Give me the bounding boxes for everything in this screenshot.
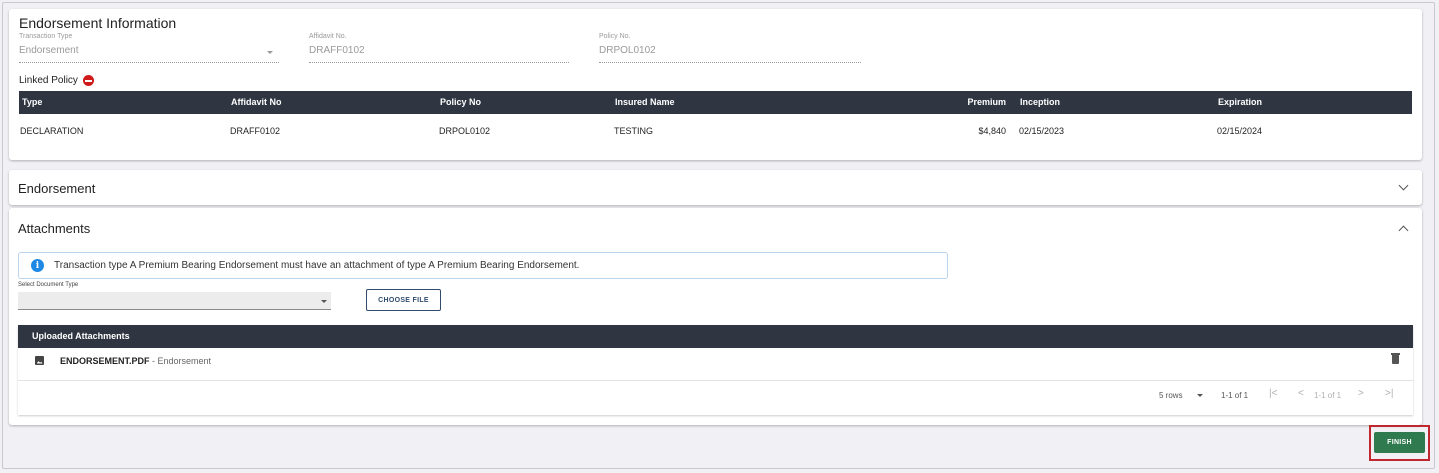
choose-file-button[interactable]: CHOOSE FILE	[366, 289, 441, 311]
linked-policy-table-header: Type Affidavit No Policy No Insured Name…	[19, 91, 1412, 114]
affidavit-no-field[interactable]: Affidavit No. DRAFF0102	[309, 33, 569, 63]
section-title: Endorsement Information	[19, 15, 177, 31]
first-page-icon[interactable]: |<	[1269, 388, 1277, 399]
chevron-down-icon	[267, 51, 273, 54]
transaction-type-label: Transaction Type	[19, 33, 73, 40]
endorsement-title: Endorsement	[18, 181, 96, 196]
table-row: DECLARATION DRAFF0102 DRPOL0102 TESTING …	[19, 120, 1412, 143]
chevron-up-icon[interactable]	[1398, 225, 1409, 236]
affidavit-no-value: DRAFF0102	[309, 45, 365, 56]
last-page-icon[interactable]: >|	[1385, 388, 1393, 399]
info-banner: i Transaction type A Premium Bearing End…	[18, 252, 948, 279]
finish-highlight: FINISH	[1369, 425, 1430, 461]
cell-policy-no: DRPOL0102	[439, 126, 491, 136]
attachments-title: Attachments	[18, 221, 91, 236]
chevron-down-icon	[321, 300, 327, 303]
endorsement-information-card: Endorsement Information Transaction Type…	[9, 9, 1422, 160]
transaction-type-select[interactable]: Transaction Type Endorsement	[19, 33, 279, 63]
attachments-panel: Attachments i Transaction type A Premium…	[9, 208, 1422, 425]
chevron-down-icon[interactable]	[1398, 180, 1409, 191]
remove-icon[interactable]	[82, 75, 94, 86]
pagination-page-label: 1-1 of 1	[1314, 391, 1342, 400]
col-insured-name: Insured Name	[615, 97, 675, 107]
cell-premium: $4,840	[978, 126, 1006, 136]
document-type-select[interactable]	[18, 292, 331, 310]
field-underline	[599, 62, 861, 63]
attachment-file-name: ENDORSEMENT.PDF	[60, 356, 150, 366]
col-affidavit-no: Affidavit No	[231, 97, 282, 107]
col-expiration: Expiration	[1218, 97, 1263, 107]
info-banner-text: Transaction type A Premium Bearing Endor…	[54, 260, 580, 271]
rows-per-page-select[interactable]: 5 rows	[1159, 391, 1183, 400]
delete-icon[interactable]	[1391, 353, 1400, 364]
divider	[18, 380, 1413, 381]
col-premium: Premium	[967, 97, 1006, 107]
chevron-down-icon[interactable]	[1197, 394, 1203, 397]
endorsement-panel[interactable]: Endorsement	[9, 170, 1422, 205]
field-underline	[309, 62, 569, 63]
field-underline	[19, 62, 279, 63]
affidavit-no-label: Affidavit No.	[309, 33, 347, 40]
pagination-range: 1-1 of 1	[1221, 391, 1249, 400]
policy-no-value: DRPOL0102	[599, 45, 656, 56]
document-type-label: Select Document Type	[18, 282, 79, 288]
cell-inception: 02/15/2023	[1019, 126, 1065, 136]
policy-no-field[interactable]: Policy No. DRPOL0102	[599, 33, 861, 63]
col-policy-no: Policy No	[440, 97, 482, 107]
cell-expiration: 02/15/2024	[1217, 126, 1263, 136]
cell-affidavit-no: DRAFF0102	[230, 126, 281, 136]
image-file-icon	[35, 356, 44, 365]
linked-policy-label: Linked Policy	[19, 75, 78, 86]
col-inception: Inception	[1020, 97, 1060, 107]
next-page-icon[interactable]: >	[1358, 388, 1364, 399]
policy-no-label: Policy No.	[599, 33, 631, 40]
attachment-item[interactable]: ENDORSEMENT.PDF - Endorsement	[60, 356, 211, 366]
cell-type: DECLARATION	[20, 126, 84, 136]
uploaded-attachments-header: Uploaded Attachments	[18, 325, 1413, 348]
previous-page-icon[interactable]: <	[1298, 388, 1304, 399]
finish-button[interactable]: FINISH	[1374, 432, 1425, 453]
uploaded-attachments-table: Uploaded Attachments ENDORSEMENT.PDF - E…	[18, 325, 1413, 415]
transaction-type-value: Endorsement	[19, 45, 79, 56]
linked-policy-heading: Linked Policy	[19, 75, 94, 86]
info-icon: i	[31, 259, 44, 272]
cell-insured-name: TESTING	[614, 126, 654, 136]
attachment-separator: -	[149, 356, 158, 366]
attachment-type: Endorsement	[157, 356, 212, 366]
col-type: Type	[22, 97, 43, 107]
uploaded-attachments-title: Uploaded Attachments	[32, 331, 130, 341]
